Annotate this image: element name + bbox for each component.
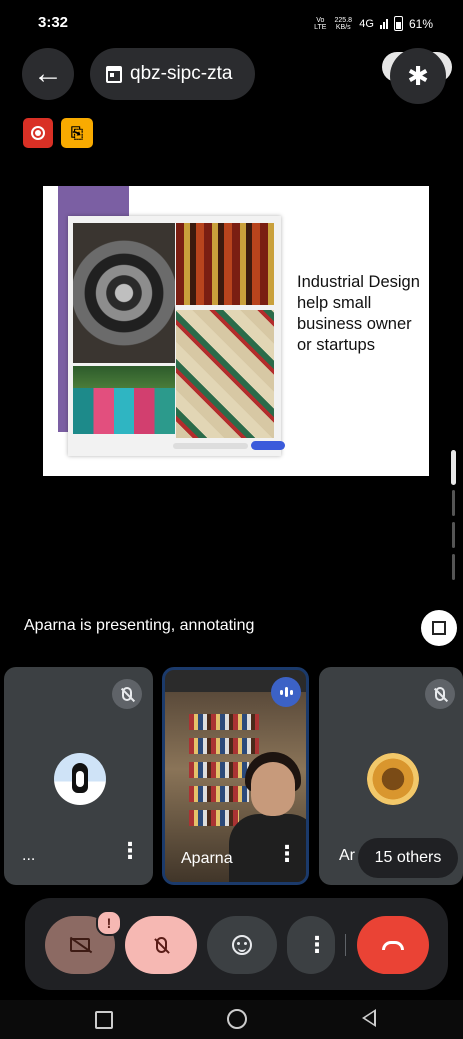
fullscreen-button[interactable] <box>421 610 457 646</box>
meeting-code: qbz-sipc-zta <box>130 63 233 84</box>
others-count-button[interactable]: 15 others <box>358 838 458 878</box>
recents-icon[interactable] <box>95 1011 113 1029</box>
captions-off-icon: ⎘ <box>70 124 83 142</box>
slide-photo-metal-plate <box>73 223 175 363</box>
fullscreen-icon <box>432 621 446 635</box>
participant-tile[interactable]: ... ⋮ <box>4 667 153 885</box>
more-options-button[interactable]: ⋮ <box>287 916 335 974</box>
more-vert-icon: ⋮ <box>306 932 328 957</box>
battery-level: 61% <box>408 16 433 31</box>
calendar-icon <box>106 65 122 83</box>
reactions-button[interactable] <box>207 916 277 974</box>
back-triangle-icon[interactable] <box>362 1009 376 1027</box>
slide-text: Industrial Design help small business ow… <box>297 273 420 354</box>
emoji-icon <box>232 935 252 955</box>
scroll-track <box>452 490 455 516</box>
mic-toggle-button[interactable] <box>125 916 197 974</box>
end-call-button[interactable] <box>357 916 429 974</box>
record-icon <box>31 126 45 140</box>
slide-caption-pill <box>251 441 285 450</box>
network-type: 4G <box>359 17 374 30</box>
status-icons: Vo LTE 225.8 KB/s 4G 61% <box>313 16 433 31</box>
slide-photo-paintings <box>176 310 274 438</box>
presenting-label: Aparna is presenting, annotating <box>24 617 255 634</box>
mic-muted-icon <box>112 679 142 709</box>
home-icon[interactable] <box>227 1009 247 1029</box>
slide-caption-line <box>173 443 248 449</box>
emblem-avatar <box>367 753 419 805</box>
scroll-indicator[interactable] <box>451 450 456 485</box>
call-controls-bar: ⋮ <box>25 898 448 990</box>
penguin-avatar <box>54 753 106 805</box>
volte-label: Vo LTE <box>314 16 327 31</box>
signal-icon <box>379 18 388 29</box>
more-vert-icon[interactable]: ⋮ <box>119 840 141 862</box>
mic-off-icon <box>155 937 167 953</box>
bluetooth-icon: ✱ <box>407 60 429 91</box>
camera-alert-badge: ! <box>96 910 122 936</box>
phone-hangup-icon <box>382 940 404 950</box>
recording-badge[interactable] <box>23 118 53 148</box>
arrow-left-icon: ← <box>33 57 63 90</box>
status-time: 3:32 <box>38 14 69 31</box>
network-speed: 225.8 KB/s <box>334 16 353 31</box>
participant-tile-active[interactable]: Aparna ⋮ <box>162 667 309 885</box>
slide-photo-crafts <box>176 223 274 305</box>
speaking-indicator-icon <box>271 677 301 707</box>
slide-accent-bar <box>58 186 129 216</box>
mic-muted-icon <box>425 679 455 709</box>
meeting-info-button[interactable]: qbz-sipc-zta <box>90 48 255 100</box>
battery-icon <box>393 16 403 31</box>
captions-badge[interactable]: ⎘ <box>61 118 93 148</box>
audio-output-button[interactable]: ✱ <box>390 48 446 104</box>
participant-name: Ar <box>339 847 355 864</box>
camera-off-icon <box>70 938 90 952</box>
back-button[interactable]: ← <box>22 48 74 100</box>
more-vert-icon[interactable]: ⋮ <box>276 843 298 865</box>
scroll-track <box>452 554 455 580</box>
slide-accent-side <box>58 216 68 432</box>
slide-photo-foliage <box>73 366 175 388</box>
presentation-slide: Industrial Design help small business ow… <box>43 186 429 476</box>
scroll-track <box>452 522 455 548</box>
participant-name: ... <box>22 847 36 864</box>
controls-divider <box>345 934 346 956</box>
participant-name: Aparna <box>181 850 233 867</box>
